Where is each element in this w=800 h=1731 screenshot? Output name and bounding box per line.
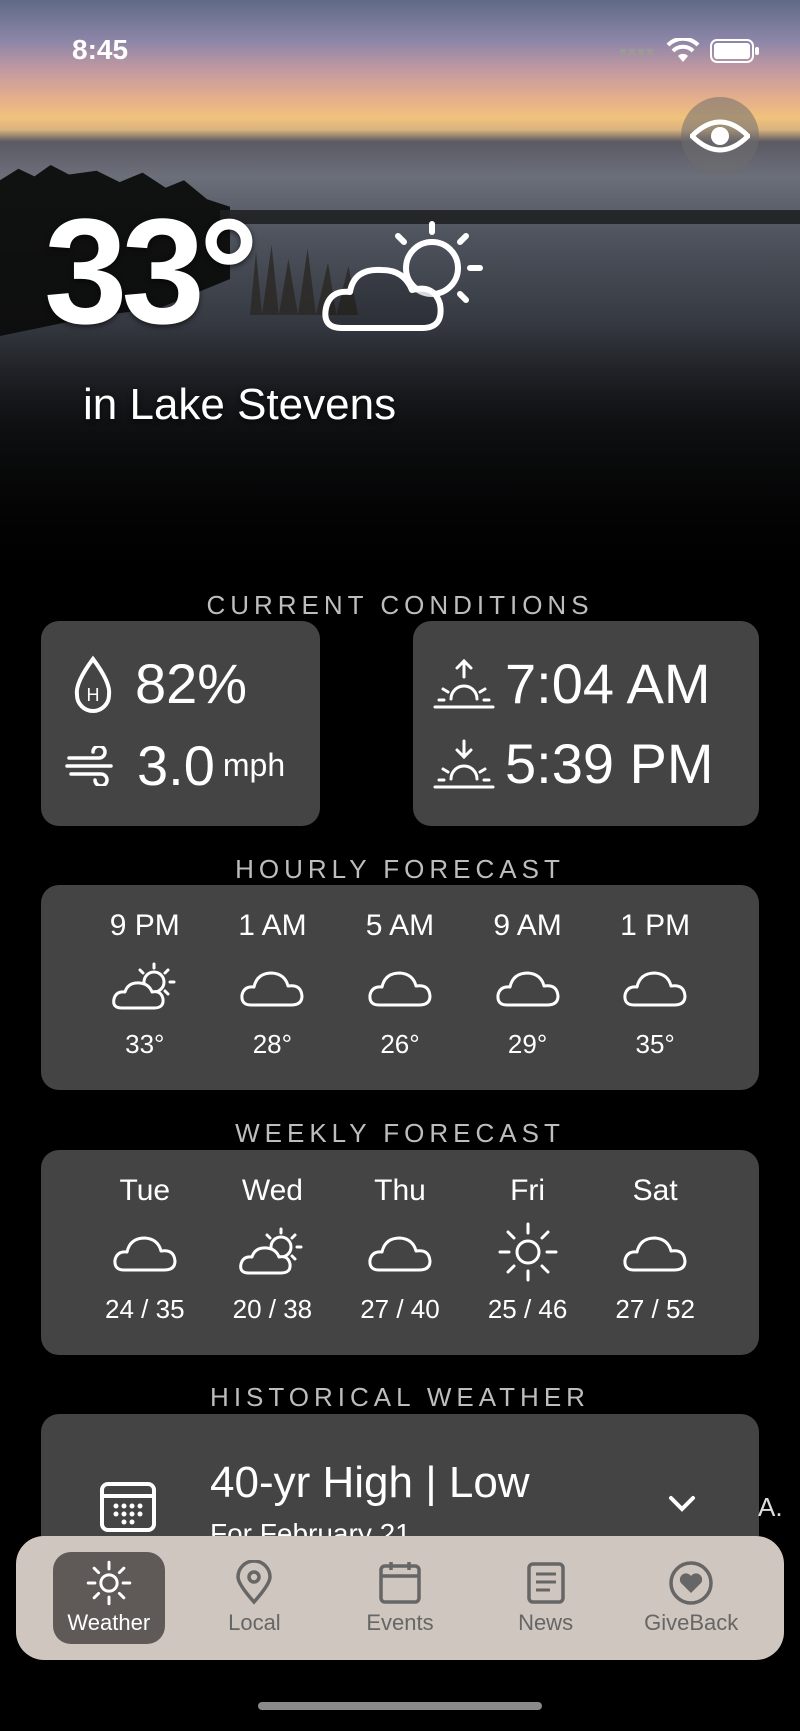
weekly-range: 25 / 46 [487, 1294, 568, 1324]
weekly-day: Thu [374, 1174, 426, 1207]
nav-news[interactable]: News [490, 1552, 602, 1644]
partly-cloudy-icon [239, 1227, 303, 1275]
nav-label: GiveBack [644, 1610, 739, 1635]
nav-giveback[interactable]: GiveBack [635, 1552, 747, 1644]
wind-row: 3.0 mph [65, 733, 285, 798]
chevron-down-icon[interactable] [667, 1494, 697, 1514]
home-indicator [258, 1702, 542, 1710]
partly-cloudy-icon [322, 221, 483, 331]
sunrise-icon [433, 658, 495, 708]
hourly-temp: 35° [635, 1029, 675, 1059]
weekly-item: Sat 27 / 52 [600, 1150, 710, 1355]
hourly-item: 5 AM 26° [345, 885, 455, 1090]
hourly-time: 5 AM [365, 909, 435, 942]
sunrise-row: 7:04 AM [433, 651, 710, 716]
hourly-temp: 33° [125, 1029, 165, 1059]
eye-icon [690, 119, 750, 153]
current-conditions-title: CURRENT CONDITIONS [206, 590, 594, 620]
hourly-time: 1 AM [238, 909, 307, 942]
weekly-item: Thu 27 / 40 [345, 1150, 455, 1355]
svg-text:H: H [87, 685, 100, 705]
hourly-time: 1 PM [620, 909, 691, 942]
weekly-day: Wed [241, 1174, 303, 1207]
sun-times-card: 7:04 AM 5:39 PM [413, 621, 759, 826]
sunset-row: 5:39 PM [433, 731, 714, 796]
cloud-icon [113, 1236, 177, 1272]
weekly-item: Tue 24 / 35 [90, 1150, 200, 1355]
weekly-forecast-card[interactable]: Tue 24 / 35 Wed 20 / 38 Thu 27 / 40 Fri … [41, 1150, 759, 1355]
battery-icon [710, 39, 759, 63]
weekly-day: Tue [119, 1174, 171, 1207]
nav-events[interactable]: Events [344, 1552, 456, 1644]
nav-label: News [518, 1610, 574, 1635]
hourly-temp: 26° [380, 1029, 420, 1059]
hourly-item: 1 PM 35° [600, 885, 710, 1090]
nav-label: Local [228, 1610, 281, 1635]
hourly-forecast-title: HOURLY FORECAST [235, 854, 565, 884]
eye-button[interactable] [681, 97, 759, 175]
weekly-item: Fri 25 / 46 [473, 1150, 583, 1355]
partly-cloudy-icon [111, 962, 176, 1010]
status-time: 8:45 [72, 34, 129, 65]
status-icons [620, 38, 760, 64]
location-pin-icon [236, 1560, 273, 1605]
calendar-icon [379, 1562, 421, 1604]
humidity-icon: H [74, 655, 112, 713]
wind-icon [65, 745, 113, 786]
hourly-item: 1 AM 28° [217, 885, 327, 1090]
current-temperature: 33° [44, 187, 259, 355]
weekly-range: 27 / 40 [360, 1294, 440, 1324]
hourly-forecast-card[interactable]: 9 PM 33° 1 AM 28° 5 AM 26° 9 AM 29° 1 PM… [41, 885, 759, 1090]
weekly-range: 24 / 35 [105, 1294, 185, 1324]
wind-value: 3.0 [137, 734, 215, 797]
sunset-icon [433, 739, 495, 788]
humidity-row: H 82% [71, 651, 247, 716]
weekly-day: Sat [632, 1174, 678, 1207]
edge-text: A. [758, 1492, 783, 1522]
cellular-icon [620, 49, 653, 55]
hourly-time: 9 PM [109, 909, 180, 942]
nav-label: Events [366, 1610, 434, 1635]
hourly-time: 9 AM [493, 909, 562, 942]
sun-icon [498, 1222, 558, 1282]
humidity-value: 82% [135, 652, 248, 715]
cloud-icon [623, 1236, 687, 1272]
wind-unit: mph [222, 747, 286, 783]
cloud-icon [368, 1236, 432, 1272]
wifi-icon [666, 38, 700, 62]
weekly-range: 27 / 52 [615, 1294, 695, 1324]
weekly-forecast-title: WEEKLY FORECAST [235, 1118, 565, 1148]
historical-weather-title: HISTORICAL WEATHER [210, 1382, 590, 1412]
far-shore [220, 210, 800, 224]
nav-weather[interactable]: Weather [52, 1552, 165, 1644]
nav-local[interactable]: Local [198, 1552, 310, 1644]
hourly-item: 9 PM 33° [90, 885, 200, 1090]
weekly-item: Wed 20 / 38 [217, 1150, 327, 1355]
location-label: in Lake Stevens [83, 380, 397, 429]
bottom-nav: Weather Local Events News GiveBack [16, 1536, 784, 1660]
calendar-icon [100, 1482, 156, 1532]
sunset-time: 5:39 PM [505, 732, 714, 795]
weekly-list: Tue 24 / 35 Wed 20 / 38 Thu 27 / 40 Fri … [41, 1150, 759, 1355]
cloud-icon [623, 971, 687, 1007]
historical-title: 40-yr High | Low [210, 1458, 530, 1507]
nav-label: Weather [67, 1610, 151, 1635]
sun-icon [86, 1560, 132, 1606]
hourly-temp: 28° [252, 1029, 293, 1059]
hourly-temp: 29° [507, 1029, 548, 1059]
weekly-range: 20 / 38 [232, 1294, 313, 1324]
humidity-wind-card: H 82% 3.0 mph [41, 621, 320, 826]
sunrise-time: 7:04 AM [505, 652, 711, 715]
hourly-item: 9 AM 29° [473, 885, 583, 1090]
cloud-icon [240, 971, 304, 1007]
heart-icon [669, 1561, 713, 1605]
cloud-icon [368, 971, 432, 1007]
cloud-icon [496, 971, 560, 1007]
news-icon [526, 1562, 565, 1604]
weekly-day: Fri [510, 1174, 546, 1207]
hourly-list: 9 PM 33° 1 AM 28° 5 AM 26° 9 AM 29° 1 PM… [41, 885, 759, 1090]
